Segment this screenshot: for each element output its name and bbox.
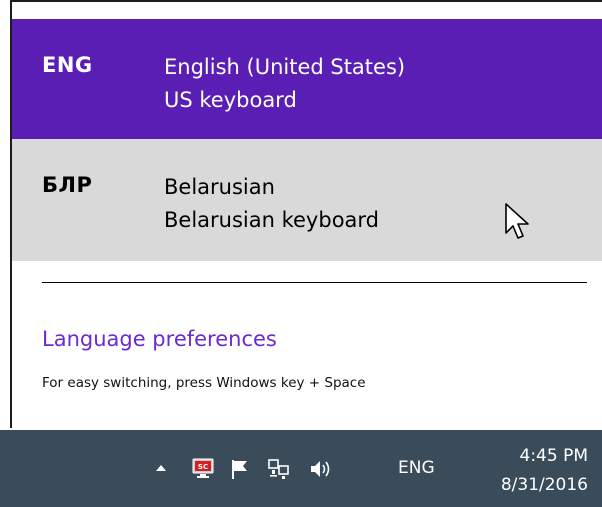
switching-hint-text: For easy switching, press Windows key + … xyxy=(42,375,366,391)
clock-date: 8/31/2016 xyxy=(500,475,588,495)
language-description: English (United States) US keyboard xyxy=(164,51,405,117)
sc-app-icon[interactable]: SC xyxy=(190,456,216,482)
keyboard-layout-name: US keyboard xyxy=(164,88,297,112)
clock-time: 4:45 PM xyxy=(519,446,589,466)
language-name: English (United States) xyxy=(164,55,406,79)
taskbar: SC ENG 4:45 PM 8/31/2016 xyxy=(0,430,602,507)
input-language-indicator[interactable]: ENG xyxy=(398,458,435,478)
sc-icon-label: SC xyxy=(198,463,208,471)
chevron-up-icon[interactable] xyxy=(151,458,171,478)
language-item-english[interactable]: ENG English (United States) US keyboard xyxy=(12,19,602,139)
language-name: Belarusian xyxy=(164,175,275,199)
action-center-flag-icon[interactable] xyxy=(225,455,255,483)
language-code: ENG xyxy=(42,53,93,77)
mouse-cursor-icon xyxy=(505,203,529,239)
volume-icon[interactable] xyxy=(305,455,337,483)
taskbar-clock[interactable]: 4:45 PM 8/31/2016 xyxy=(470,442,588,500)
screen: ENG English (United States) US keyboard … xyxy=(0,0,602,507)
network-icon[interactable] xyxy=(265,454,293,484)
separator-line xyxy=(42,282,587,283)
language-preferences-link[interactable]: Language preferences xyxy=(42,327,277,351)
language-item-belarusian[interactable]: БЛР Belarusian Belarusian keyboard xyxy=(12,139,602,261)
language-description: Belarusian Belarusian keyboard xyxy=(164,171,379,237)
input-language-flyout: ENG English (United States) US keyboard … xyxy=(10,0,602,428)
keyboard-layout-name: Belarusian keyboard xyxy=(164,208,380,232)
language-code: БЛР xyxy=(42,173,93,197)
